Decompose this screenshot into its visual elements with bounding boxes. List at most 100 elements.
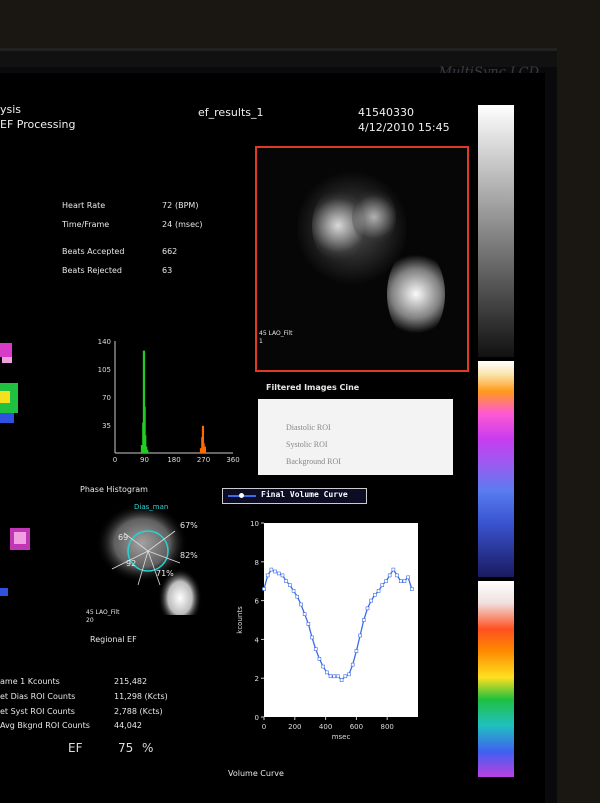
volume-curve-point — [325, 670, 329, 675]
x-tick-label: 200 — [288, 723, 301, 731]
cine-panel-title: Filtered Images Cine — [266, 383, 360, 392]
counts-row-label: et Syst ROI Counts — [0, 707, 75, 716]
dataset-name: ef_results_1 — [198, 106, 264, 119]
cine-roi-list: Diastolic ROI Systolic ROI Background RO… — [258, 399, 453, 475]
y-tick-label: 0 — [255, 714, 259, 722]
organ-bright — [387, 248, 445, 340]
histogram-bar — [146, 449, 149, 453]
volume-curve-point — [291, 589, 296, 593]
x-tick-label: 400 — [319, 723, 332, 731]
x-tick-label: 600 — [350, 723, 363, 731]
counts-row-value: 44,042 — [114, 721, 142, 730]
volume-curve-point — [347, 672, 351, 677]
volume-curve-point — [299, 602, 303, 607]
ef-unit: % — [142, 741, 154, 755]
volume-curve-point — [365, 606, 370, 611]
volume-curve-point — [402, 579, 407, 583]
legend-marker-icon — [239, 493, 244, 498]
volume-curve-point — [354, 649, 359, 653]
counts-row-label: Avg Bkgnd ROI Counts — [0, 721, 90, 730]
volume-curve-point — [302, 612, 307, 616]
volume-curve-point — [265, 573, 270, 578]
volume-curve-point — [262, 587, 266, 591]
volume-curve-point — [328, 674, 333, 679]
y-tick-label: 105 — [98, 366, 111, 374]
volume-curve-point — [336, 674, 340, 679]
histogram-bar — [203, 446, 207, 453]
counts-row-value: 11,298 (Kcts) — [114, 692, 168, 701]
volume-curve-point — [358, 633, 362, 638]
cine-image-index: 1 — [259, 338, 263, 345]
beats-accepted-value: 662 — [162, 247, 178, 256]
monitor: MultiSync LCD ysis EF Processing ef_resu… — [0, 48, 557, 803]
volume-curve-point — [339, 678, 344, 682]
x-tick-label: 270 — [197, 456, 210, 464]
x-tick-label: 90 — [140, 456, 149, 464]
volume-curve-point — [332, 674, 337, 679]
volume-curve-point — [384, 579, 388, 583]
ef-value: 75 — [118, 741, 134, 755]
volume-curve-point — [313, 647, 318, 651]
counts-row-value: 2,788 (Kcts) — [114, 707, 163, 716]
y-tick-label: 2 — [255, 675, 259, 683]
final-volume-curve-legend[interactable]: Final Volume Curve — [222, 488, 367, 504]
volume-curve-point — [269, 567, 274, 572]
volume-curve-point — [361, 618, 366, 622]
app-subtitle: EF Processing — [0, 118, 76, 131]
regional-image-index: 20 — [86, 617, 94, 624]
volume-curve-chart: 0 2 4 6 8 10 0 200 400 600 800 msec kcounts — [236, 520, 418, 741]
regional-image-label: 45 LAO_Filt — [86, 609, 120, 616]
beats-accepted-label: Beats Accepted — [62, 247, 125, 256]
x-tick-label: 180 — [167, 456, 180, 464]
x-tick-label: 0 — [262, 723, 266, 731]
y-tick-label: 6 — [255, 598, 260, 606]
time-frame-unit: (msec) — [175, 220, 203, 229]
x-tick-label: 0 — [113, 456, 117, 464]
y-tick-label: 8 — [255, 559, 259, 567]
volume-curve-point — [369, 598, 373, 603]
volume-curve-point — [373, 592, 377, 597]
filtered-cine-image[interactable]: 45 LAO_Filt 1 — [255, 146, 469, 372]
roi-background-item[interactable]: Background ROI — [286, 457, 341, 466]
ef-pct-bottom: 71% — [156, 569, 174, 578]
y-tick-label: 70 — [102, 394, 111, 402]
regional-ef-title: Regional EF — [90, 635, 137, 644]
ef-pct-top-right: 67% — [180, 521, 198, 530]
volume-curve-point — [343, 674, 348, 679]
volume-curve-point — [380, 583, 385, 587]
volume-curve-point — [310, 635, 314, 640]
counts-row-label: et Dias ROI Counts — [0, 692, 76, 701]
color-scale-bar — [478, 105, 514, 777]
heart-rate-value: 72 — [162, 201, 173, 210]
counts-row-label: ame 1 Kcounts — [0, 677, 60, 686]
ef-label: EF — [68, 741, 83, 755]
volume-curve-point — [284, 579, 288, 583]
x-tick-label: 360 — [226, 456, 239, 464]
volume-curve-point — [288, 583, 292, 587]
volume-curve-point — [273, 569, 277, 574]
time-frame-label: Time/Frame — [62, 220, 110, 229]
volume-curve-point — [317, 657, 322, 661]
left-partial-image-bottom — [0, 528, 30, 596]
ventricle-right — [352, 188, 396, 246]
plot-area — [264, 523, 418, 717]
volume-curve-point — [406, 575, 410, 580]
roi-systolic-item[interactable]: Systolic ROI — [286, 440, 328, 449]
volume-curve-point — [410, 587, 414, 591]
volume-curve-point — [391, 567, 396, 572]
screen: ysis EF Processing ef_results_1 41540330… — [0, 73, 545, 803]
x-axis-label: msec — [332, 733, 351, 741]
y-tick-label: 140 — [98, 338, 111, 346]
beats-rejected-value: 63 — [162, 266, 173, 275]
x-tick-label: 800 — [381, 723, 394, 731]
y-tick-label: 35 — [102, 422, 111, 430]
volume-curve-point — [306, 622, 311, 626]
y-tick-label: 10 — [250, 520, 259, 528]
y-tick-label: 4 — [255, 636, 260, 644]
phase-histogram-chart: 140 105 70 35 0 90 180 270 360 — [98, 338, 240, 464]
volume-curve-point — [350, 662, 355, 667]
beats-rejected-label: Beats Rejected — [62, 266, 122, 275]
roi-diastolic-item[interactable]: Diastolic ROI — [286, 423, 331, 432]
volume-curve-point — [276, 571, 281, 576]
volume-curve-title: Volume Curve — [228, 769, 284, 778]
